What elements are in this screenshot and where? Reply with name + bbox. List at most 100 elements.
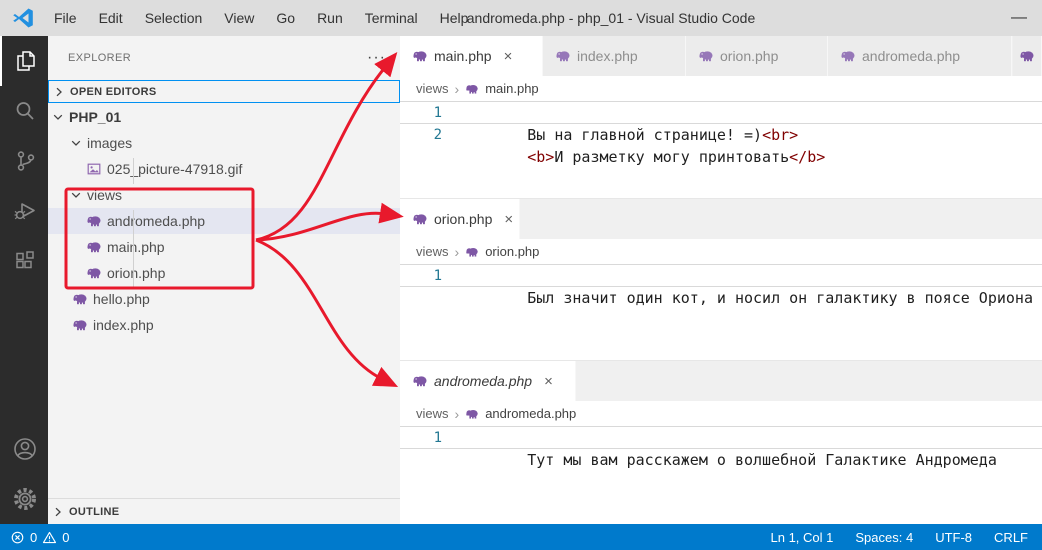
- php-file-icon: [412, 373, 428, 389]
- tree-item-label: index.php: [93, 317, 154, 333]
- open-editors-section[interactable]: OPEN EDITORS: [48, 80, 400, 103]
- breadcrumb-file[interactable]: orion.php: [485, 244, 539, 259]
- tree-file-hello[interactable]: hello.php: [48, 286, 400, 312]
- indent-guide: [133, 210, 134, 288]
- menu-selection[interactable]: Selection: [134, 0, 214, 36]
- encoding[interactable]: UTF-8: [935, 530, 972, 545]
- person-circle-icon: [11, 435, 39, 463]
- close-icon[interactable]: ×: [544, 374, 553, 389]
- problems-status[interactable]: 0 0: [0, 530, 69, 545]
- outline-section[interactable]: OUTLINE: [48, 498, 400, 524]
- file-tree: PHP_01 images 025_picture-47918.gif view…: [48, 104, 400, 338]
- tree-root-php01[interactable]: PHP_01: [48, 104, 400, 130]
- breadcrumb-folder[interactable]: views: [416, 244, 449, 259]
- breadcrumb-separator: ›: [455, 244, 460, 260]
- code-line[interactable]: 1Был значит один кот, и носил он галакти…: [400, 264, 1042, 287]
- php-file-icon: [555, 48, 571, 64]
- tree-file-main[interactable]: main.php: [48, 234, 400, 260]
- explorer-files-icon[interactable]: [0, 36, 48, 86]
- tree-item-label: andromeda.php: [107, 213, 205, 229]
- breadcrumb-file[interactable]: main.php: [485, 81, 538, 96]
- tab-partial[interactable]: [1013, 36, 1042, 76]
- menu-help[interactable]: Help: [429, 0, 480, 36]
- php-file-icon: [465, 245, 479, 259]
- tree-file-orion[interactable]: orion.php: [48, 260, 400, 286]
- source-control-icon[interactable]: [0, 136, 48, 186]
- cursor-position[interactable]: Ln 1, Col 1: [771, 530, 834, 545]
- tab-andromeda-php[interactable]: andromeda.php: [828, 36, 1012, 76]
- indent-guide: [133, 158, 134, 184]
- editor-area: main.php × index.php orion.php andromeda…: [400, 36, 1042, 524]
- tab-label: index.php: [577, 48, 638, 64]
- tree-folder-views[interactable]: views: [48, 182, 400, 208]
- chevron-down-icon: [50, 109, 66, 125]
- menu-run[interactable]: Run: [306, 0, 354, 36]
- php-file-icon: [412, 48, 428, 64]
- close-icon[interactable]: ×: [504, 49, 513, 64]
- tree-item-label: orion.php: [107, 265, 165, 281]
- tab-label: orion.php: [720, 48, 778, 64]
- image-file-icon: [86, 161, 102, 177]
- editor-group-1: main.php × index.php orion.php andromeda…: [400, 36, 1042, 198]
- tree-item-label: images: [87, 135, 132, 151]
- tab-main-php[interactable]: main.php ×: [400, 36, 543, 76]
- code-line[interactable]: 1Вы на главной странице! =)<br>: [400, 101, 1042, 124]
- tree-file-gif[interactable]: 025_picture-47918.gif: [48, 156, 400, 182]
- close-icon[interactable]: ×: [504, 212, 513, 227]
- code-tag: <b>: [527, 148, 554, 166]
- menu-terminal[interactable]: Terminal: [354, 0, 429, 36]
- status-bar: 0 0 Ln 1, Col 1 Spaces: 4 UTF-8 CRLF: [0, 524, 1042, 550]
- php-file-icon: [412, 211, 428, 227]
- indentation[interactable]: Spaces: 4: [855, 530, 913, 545]
- more-actions-icon[interactable]: ···: [367, 53, 386, 63]
- line-number: 1: [400, 427, 442, 449]
- tree-file-andromeda[interactable]: andromeda.php: [48, 208, 400, 234]
- code-editor[interactable]: 1Тут мы вам расскажем о волшебной Галакт…: [400, 426, 1042, 449]
- breadcrumb[interactable]: views › orion.php: [400, 239, 1042, 264]
- breadcrumb[interactable]: views › andromeda.php: [400, 401, 1042, 426]
- tab-orion-php[interactable]: orion.php ×: [400, 199, 520, 239]
- code-editor[interactable]: 1Был значит один кот, и носил он галакти…: [400, 264, 1042, 287]
- breadcrumb-folder[interactable]: views: [416, 81, 449, 96]
- activity-bar-spacer: [0, 286, 48, 424]
- tab-index-php[interactable]: index.php: [543, 36, 686, 76]
- code-line[interactable]: 2<b>И разметку могу принтовать</b>: [400, 124, 1042, 147]
- extensions-icon[interactable]: [0, 236, 48, 286]
- tree-root-label: PHP_01: [69, 109, 121, 125]
- tab-label: main.php: [434, 48, 492, 64]
- php-file-icon: [465, 407, 479, 421]
- status-right-items: Ln 1, Col 1 Spaces: 4 UTF-8 CRLF: [771, 530, 1042, 545]
- php-file-icon: [86, 239, 102, 255]
- account-icon[interactable]: [0, 424, 48, 474]
- menu-file[interactable]: File: [43, 0, 88, 36]
- tab-andromeda-php[interactable]: andromeda.php ×: [400, 361, 576, 401]
- code-editor[interactable]: 1Вы на главной странице! =)<br> 2<b>И ра…: [400, 101, 1042, 147]
- menu-edit[interactable]: Edit: [88, 0, 134, 36]
- code-line[interactable]: 1Тут мы вам расскажем о волшебной Галакт…: [400, 426, 1042, 449]
- menu-bar: File Edit Selection View Go Run Terminal…: [43, 0, 479, 36]
- tab-bar: main.php × index.php orion.php andromeda…: [400, 36, 1042, 76]
- error-icon: [10, 530, 25, 545]
- menu-go[interactable]: Go: [265, 0, 306, 36]
- tree-item-label: views: [87, 187, 122, 203]
- sidebar-title: EXPLORER: [68, 52, 131, 64]
- breadcrumb[interactable]: views › main.php: [400, 76, 1042, 101]
- run-debug-icon[interactable]: [0, 186, 48, 236]
- tree-item-label: 025_picture-47918.gif: [107, 161, 242, 177]
- tree-file-index[interactable]: index.php: [48, 312, 400, 338]
- settings-gear-icon[interactable]: [0, 474, 48, 524]
- editor-group-2: orion.php × views › orion.php 1Был значи…: [400, 198, 1042, 360]
- tree-folder-images[interactable]: images: [48, 130, 400, 156]
- breadcrumb-file[interactable]: andromeda.php: [485, 406, 576, 421]
- tab-orion-php[interactable]: orion.php: [686, 36, 828, 76]
- search-icon[interactable]: [0, 86, 48, 136]
- breadcrumb-folder[interactable]: views: [416, 406, 449, 421]
- minimize-button[interactable]: —: [996, 0, 1042, 36]
- php-file-icon: [86, 213, 102, 229]
- php-file-icon: [72, 317, 88, 333]
- php-file-icon: [698, 48, 714, 64]
- menu-view[interactable]: View: [213, 0, 265, 36]
- eol-sequence[interactable]: CRLF: [994, 530, 1028, 545]
- chevron-right-icon: [50, 504, 66, 520]
- code-text: Был значит один кот, и носил он галактик…: [527, 289, 1033, 307]
